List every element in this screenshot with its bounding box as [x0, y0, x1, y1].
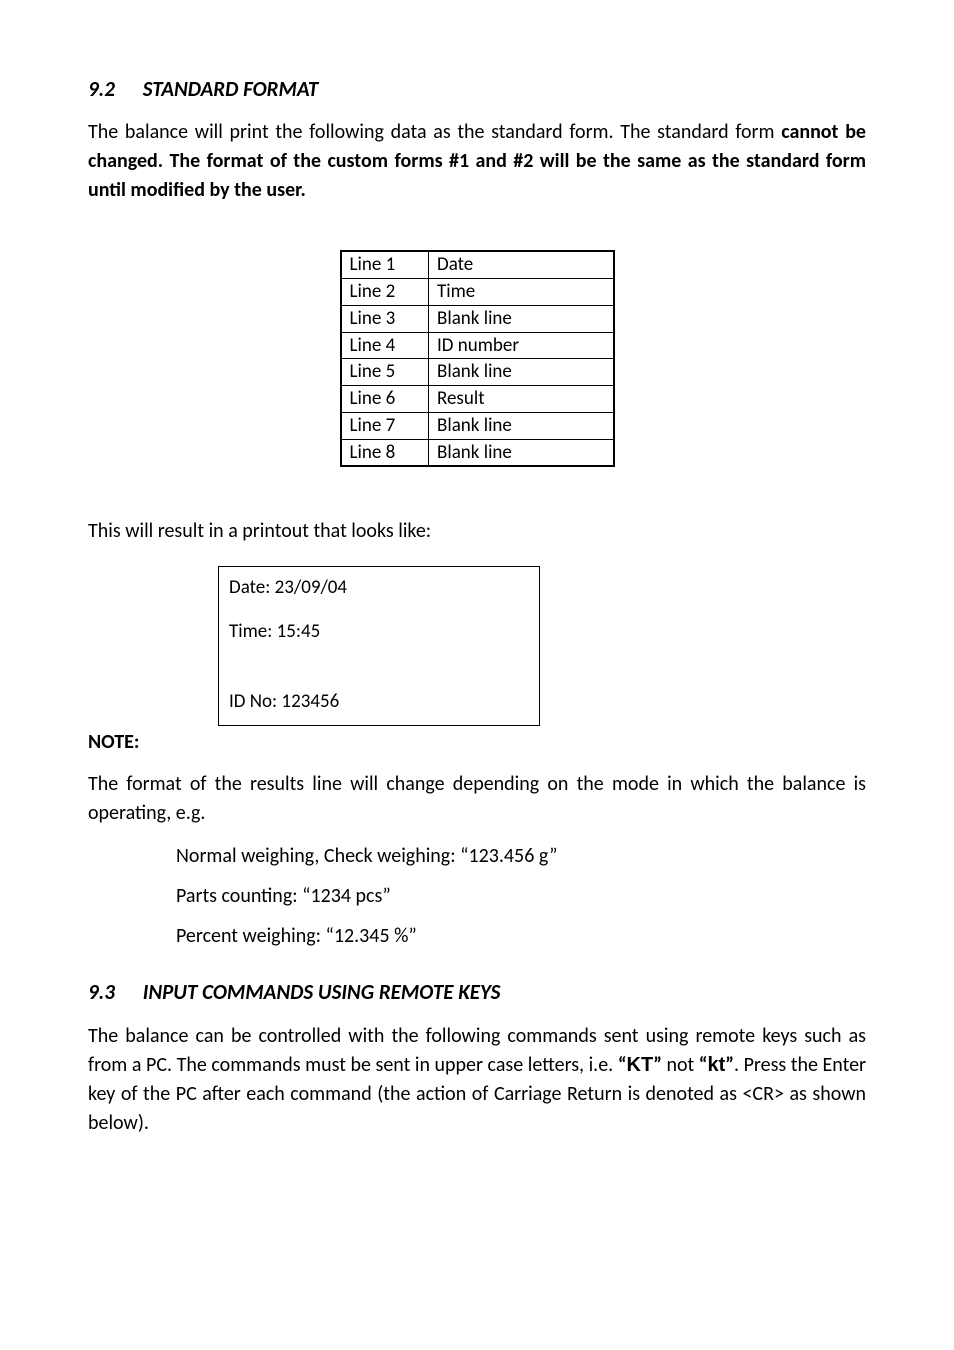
table-row: Line 6Result: [341, 386, 614, 413]
table-row: Line 7Blank line: [341, 412, 614, 439]
mode-examples: Normal weighing, Check weighing: “123.45…: [176, 842, 866, 950]
section-number: 9.3: [88, 978, 138, 1007]
section-heading-9-2: 9.2 STANDARD FORMAT: [88, 75, 866, 104]
example-parts-counting: Parts counting: “1234 pcs”: [176, 882, 866, 910]
table-row: Line 8Blank line: [341, 439, 614, 466]
section-title: INPUT COMMANDS USING REMOTE KEYS: [143, 979, 501, 1005]
standard-format-intro: The balance will print the following dat…: [88, 118, 866, 205]
printout-example: Date: 23/09/04 Time: 15:45 ID No: 123456: [218, 566, 540, 726]
kt-upper: KT: [627, 1054, 654, 1076]
value-cell: ID number: [429, 332, 614, 359]
printout-intro: This will result in a printout that look…: [88, 517, 866, 546]
value-cell: Blank line: [429, 439, 614, 466]
input-commands-para: The balance can be controlled with the f…: [88, 1022, 866, 1138]
note-paragraph: The format of the results line will chan…: [88, 770, 866, 828]
quote-close-2: ”: [725, 1053, 734, 1077]
printout-line-id: ID No: 123456: [229, 689, 529, 716]
line-cell: Line 4: [341, 332, 429, 359]
table-row: Line 4ID number: [341, 332, 614, 359]
line-cell: Line 5: [341, 359, 429, 386]
section-title: STANDARD FORMAT: [143, 76, 319, 102]
value-cell: Time: [429, 279, 614, 306]
standard-format-table-wrap: Line 1Date Line 2Time Line 3Blank line L…: [88, 250, 866, 467]
section-heading-9-3: 9.3 INPUT COMMANDS USING REMOTE KEYS: [88, 978, 866, 1007]
intro-plain: The balance will print the following dat…: [88, 120, 781, 144]
printout-line-date: Date: 23/09/04: [229, 575, 529, 602]
line-cell: Line 1: [341, 251, 429, 278]
value-cell: Blank line: [429, 359, 614, 386]
seg2: not: [662, 1053, 699, 1077]
value-cell: Date: [429, 251, 614, 278]
printout-blank: [229, 663, 529, 689]
value-cell: Blank line: [429, 305, 614, 332]
table-row: Line 1Date: [341, 251, 614, 278]
line-cell: Line 7: [341, 412, 429, 439]
printout-example-wrap: Date: 23/09/04 Time: 15:45 ID No: 123456: [218, 566, 866, 726]
table-row: Line 3Blank line: [341, 305, 614, 332]
kt-lower: kt: [707, 1054, 725, 1076]
standard-format-table: Line 1Date Line 2Time Line 3Blank line L…: [340, 250, 615, 467]
line-cell: Line 6: [341, 386, 429, 413]
printout-line-time: Time: 15:45: [229, 619, 529, 646]
value-cell: Blank line: [429, 412, 614, 439]
section-number: 9.2: [88, 75, 138, 104]
line-cell: Line 2: [341, 279, 429, 306]
example-normal-weighing: Normal weighing, Check weighing: “123.45…: [176, 842, 866, 870]
example-percent-weighing: Percent weighing: “12.345 %”: [176, 922, 866, 950]
quote-open: “: [618, 1053, 627, 1077]
line-cell: Line 8: [341, 439, 429, 466]
value-cell: Result: [429, 386, 614, 413]
note-label: NOTE:: [88, 728, 866, 756]
table-row: Line 5Blank line: [341, 359, 614, 386]
quote-close: ”: [653, 1053, 662, 1077]
table-row: Line 2Time: [341, 279, 614, 306]
line-cell: Line 3: [341, 305, 429, 332]
